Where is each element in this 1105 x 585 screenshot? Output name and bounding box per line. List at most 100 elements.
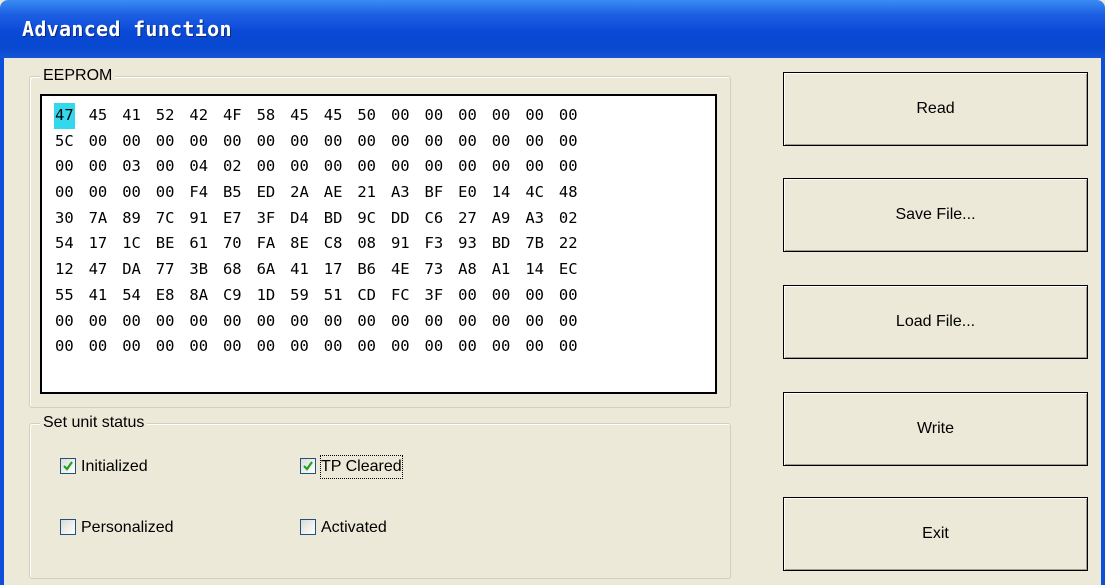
hex-byte[interactable]: 00 xyxy=(88,129,122,155)
hex-byte[interactable]: 00 xyxy=(491,334,525,360)
hex-byte[interactable]: 00 xyxy=(289,154,323,180)
hex-byte[interactable]: 00 xyxy=(558,103,592,129)
hex-byte[interactable]: 00 xyxy=(491,283,525,309)
hex-byte[interactable]: 91 xyxy=(390,231,424,257)
hex-byte[interactable]: D4 xyxy=(289,206,323,232)
hex-byte[interactable]: 17 xyxy=(88,231,122,257)
hex-byte[interactable]: 00 xyxy=(88,180,122,206)
hex-byte[interactable]: 00 xyxy=(54,154,88,180)
personalized-check-box[interactable] xyxy=(60,519,76,535)
hex-byte[interactable]: 00 xyxy=(457,283,491,309)
hex-byte[interactable]: A3 xyxy=(390,180,424,206)
hex-byte[interactable]: BF xyxy=(424,180,458,206)
hex-byte[interactable]: 00 xyxy=(491,154,525,180)
hex-byte[interactable]: B5 xyxy=(222,180,256,206)
hex-byte[interactable]: 00 xyxy=(256,154,290,180)
hex-byte[interactable]: 1D xyxy=(256,283,290,309)
load-file-button[interactable]: Load File... xyxy=(783,285,1088,359)
hex-byte[interactable]: 21 xyxy=(356,180,390,206)
hex-byte[interactable]: 00 xyxy=(88,334,122,360)
hex-byte[interactable]: 00 xyxy=(558,309,592,335)
hex-byte[interactable]: 04 xyxy=(188,154,222,180)
hex-byte[interactable]: 00 xyxy=(524,283,558,309)
hex-byte[interactable]: 41 xyxy=(88,283,122,309)
hex-byte[interactable]: 30 xyxy=(54,206,88,232)
hex-byte[interactable]: 02 xyxy=(222,154,256,180)
hex-byte[interactable]: BD xyxy=(323,206,357,232)
hex-byte[interactable]: 00 xyxy=(356,334,390,360)
hex-byte[interactable]: 22 xyxy=(558,231,592,257)
hex-byte[interactable]: 54 xyxy=(54,231,88,257)
hex-byte[interactable]: CD xyxy=(356,283,390,309)
hex-byte[interactable]: AE xyxy=(323,180,357,206)
hex-byte[interactable]: 4C xyxy=(524,180,558,206)
hex-byte[interactable]: 00 xyxy=(88,309,122,335)
hex-byte[interactable]: BD xyxy=(491,231,525,257)
hex-byte[interactable]: BE xyxy=(155,231,189,257)
hex-byte[interactable]: 7A xyxy=(88,206,122,232)
hex-byte[interactable]: 4E xyxy=(390,257,424,283)
hex-byte[interactable]: 73 xyxy=(424,257,458,283)
hex-byte[interactable]: 00 xyxy=(424,334,458,360)
hex-byte[interactable]: A9 xyxy=(491,206,525,232)
hex-byte[interactable]: 50 xyxy=(356,103,390,129)
hex-byte[interactable]: 9C xyxy=(356,206,390,232)
hex-byte[interactable]: 00 xyxy=(558,154,592,180)
hex-byte[interactable]: 7B xyxy=(524,231,558,257)
hex-byte[interactable]: 00 xyxy=(558,334,592,360)
hex-byte[interactable]: 58 xyxy=(256,103,290,129)
hex-byte[interactable]: E7 xyxy=(222,206,256,232)
hex-byte[interactable]: F3 xyxy=(424,231,458,257)
hex-byte[interactable]: 00 xyxy=(222,129,256,155)
hex-byte[interactable]: 00 xyxy=(356,129,390,155)
hex-byte[interactable]: 00 xyxy=(121,180,155,206)
hex-byte[interactable]: 00 xyxy=(558,283,592,309)
hex-byte[interactable]: 00 xyxy=(121,334,155,360)
hex-byte[interactable]: 77 xyxy=(155,257,189,283)
hex-byte[interactable]: DD xyxy=(390,206,424,232)
hex-byte[interactable]: 00 xyxy=(256,129,290,155)
hex-byte[interactable]: 7C xyxy=(155,206,189,232)
hex-byte[interactable]: 47 xyxy=(88,257,122,283)
hex-byte[interactable]: 00 xyxy=(424,103,458,129)
hex-byte[interactable]: 00 xyxy=(524,334,558,360)
hex-byte[interactable]: 00 xyxy=(558,129,592,155)
hex-byte[interactable]: 00 xyxy=(491,103,525,129)
hex-byte[interactable]: 5C xyxy=(54,129,88,155)
hex-byte[interactable]: 41 xyxy=(121,103,155,129)
hex-byte[interactable]: A3 xyxy=(524,206,558,232)
title-bar[interactable]: Advanced function xyxy=(0,0,1105,58)
hex-byte[interactable]: 03 xyxy=(121,154,155,180)
hex-byte[interactable]: 00 xyxy=(54,309,88,335)
hex-byte[interactable]: 27 xyxy=(457,206,491,232)
hex-byte[interactable]: 3F xyxy=(256,206,290,232)
hex-byte[interactable]: 00 xyxy=(356,309,390,335)
hex-byte[interactable]: 00 xyxy=(457,103,491,129)
hex-byte[interactable]: DA xyxy=(121,257,155,283)
hex-byte[interactable]: FC xyxy=(390,283,424,309)
hex-byte[interactable]: 55 xyxy=(54,283,88,309)
exit-button[interactable]: Exit xyxy=(783,497,1088,571)
hex-byte[interactable]: 00 xyxy=(457,154,491,180)
hex-byte[interactable]: 00 xyxy=(222,334,256,360)
write-button[interactable]: Write xyxy=(783,392,1088,466)
activated-check-box[interactable] xyxy=(300,519,316,535)
hex-byte[interactable]: 17 xyxy=(323,257,357,283)
hex-byte[interactable]: 70 xyxy=(222,231,256,257)
hex-byte[interactable]: 41 xyxy=(289,257,323,283)
hex-byte[interactable]: 00 xyxy=(524,154,558,180)
hex-byte[interactable]: 14 xyxy=(524,257,558,283)
hex-byte[interactable]: 00 xyxy=(54,180,88,206)
hex-byte[interactable]: 45 xyxy=(88,103,122,129)
hex-byte[interactable]: 00 xyxy=(457,129,491,155)
hex-byte[interactable]: E8 xyxy=(155,283,189,309)
hex-byte[interactable]: 00 xyxy=(121,129,155,155)
hex-byte[interactable]: 00 xyxy=(155,309,189,335)
hex-byte[interactable]: 91 xyxy=(188,206,222,232)
hex-byte[interactable]: C6 xyxy=(424,206,458,232)
hex-byte[interactable]: 59 xyxy=(289,283,323,309)
hex-byte[interactable]: C8 xyxy=(323,231,357,257)
hex-byte[interactable]: 00 xyxy=(289,129,323,155)
hex-byte[interactable]: 8A xyxy=(188,283,222,309)
hex-byte[interactable]: 00 xyxy=(54,334,88,360)
